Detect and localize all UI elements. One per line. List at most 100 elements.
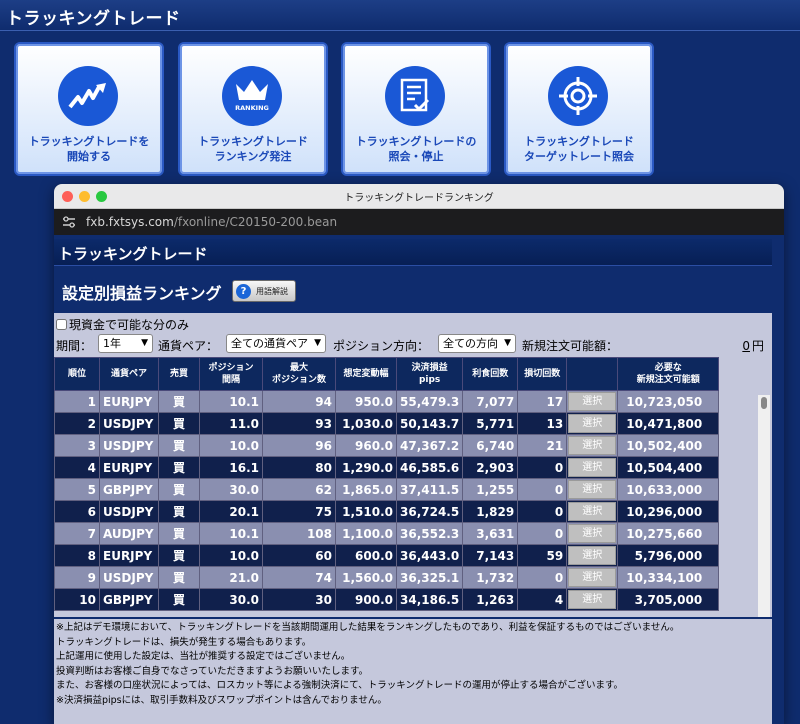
- table-cell: 10,633,000: [617, 478, 720, 501]
- table-cell: 75: [262, 500, 336, 523]
- table-cell: 3,705,000: [617, 588, 720, 611]
- ranking-table-area: 順位 通貨ペア 売買 ポジション 間隔 最大 ポジション数 想定変動幅 決済損益 pips 利…: [54, 357, 772, 617]
- table-row: 1 EURJPY 買 10.1 94 950.0 55,479.3 7,077 17 選択 10,7…: [54, 390, 720, 413]
- table-cell: 8: [54, 544, 100, 567]
- table-cell: 30.0: [199, 588, 263, 611]
- table-cell: 1,290.0: [335, 456, 397, 479]
- select-button[interactable]: 選択: [568, 436, 617, 455]
- table-cell: 買: [158, 456, 200, 479]
- select-button[interactable]: 選択: [568, 392, 617, 411]
- table-cell: 買: [158, 412, 200, 435]
- table-cell: GBPJPY: [99, 588, 159, 611]
- table-cell: USDJPY: [99, 412, 159, 435]
- period-select[interactable]: 1年 ▼: [98, 334, 153, 353]
- table-cell: 10,723,050: [617, 390, 720, 413]
- table-cell: 4: [517, 588, 568, 611]
- table-cell: 4: [54, 456, 100, 479]
- table-cell: 1,255: [462, 478, 519, 501]
- table-cell: 2: [54, 412, 100, 435]
- select-cell: 選択: [566, 544, 619, 567]
- available-funds-filter[interactable]: 現資金で可能な分のみ: [56, 316, 189, 333]
- document-list-icon: [385, 66, 445, 126]
- glossary-button[interactable]: ? 用語解説: [232, 280, 296, 302]
- start-tracking-button[interactable]: トラッキングトレードを 開始する: [14, 42, 164, 176]
- select-cell: 選択: [566, 478, 619, 501]
- table-cell: 1,560.0: [335, 566, 397, 589]
- table-cell: 16.1: [199, 456, 263, 479]
- filter-row: 期間： 1年 ▼ 通貨ペア： 全ての通貨ペア ▼ ポジション方向： 全ての方向 …: [56, 333, 772, 355]
- menu-label: トラッキングトレード ランキング発注: [198, 135, 308, 163]
- filter-area: 現資金で可能な分のみ 期間： 1年 ▼ 通貨ペア： 全ての通貨ペア ▼ ポジショ…: [54, 313, 772, 357]
- select-button[interactable]: 選択: [568, 414, 617, 433]
- table-cell: 買: [158, 434, 200, 457]
- url-text[interactable]: fxb.fxtsys.com/fxonline/C20150-200.bean: [86, 215, 337, 229]
- table-cell: 5,771: [462, 412, 519, 435]
- target-icon: [548, 66, 608, 126]
- select-cell: 選択: [566, 434, 619, 457]
- ranking-table: 順位 通貨ペア 売買 ポジション 間隔 最大 ポジション数 想定変動幅 決済損益 pips 利…: [54, 357, 720, 611]
- select-button[interactable]: 選択: [568, 590, 617, 609]
- select-button[interactable]: 選択: [568, 458, 617, 477]
- table-cell: 60: [262, 544, 336, 567]
- select-button[interactable]: 選択: [568, 546, 617, 565]
- table-cell: 11.0: [199, 412, 263, 435]
- address-bar[interactable]: fxb.fxtsys.com/fxonline/C20150-200.bean: [54, 209, 784, 235]
- direction-select[interactable]: 全ての方向 ▼: [438, 334, 516, 353]
- table-cell: 34,186.5: [395, 588, 464, 611]
- table-cell: 50,143.7: [395, 412, 464, 435]
- table-cell: 2,903: [462, 456, 519, 479]
- table-cell: 47,367.2: [395, 434, 464, 457]
- table-cell: 1,732: [462, 566, 519, 589]
- select-button[interactable]: 選択: [568, 502, 617, 521]
- table-cell: 59: [517, 544, 568, 567]
- site-settings-icon[interactable]: [62, 216, 76, 228]
- window-titlebar: トラッキングトレードランキング: [54, 184, 784, 209]
- available-funds-checkbox[interactable]: [56, 319, 67, 330]
- table-cell: 20.1: [199, 500, 263, 523]
- select-button[interactable]: 選択: [568, 568, 617, 587]
- table-cell: USDJPY: [99, 434, 159, 457]
- table-cell: 600.0: [335, 544, 397, 567]
- select-cell: 選択: [566, 500, 619, 523]
- ranking-browser-window: トラッキングトレードランキング fxb.fxtsys.com/fxonline/…: [54, 184, 784, 724]
- table-cell: 買: [158, 588, 200, 611]
- table-cell: 買: [158, 566, 200, 589]
- table-cell: 5: [54, 478, 100, 501]
- table-cell: 0: [517, 566, 568, 589]
- table-cell: EURJPY: [99, 456, 159, 479]
- table-cell: 10,502,400: [617, 434, 720, 457]
- scrollbar-thumb[interactable]: [761, 397, 767, 409]
- target-rate-button[interactable]: トラッキングトレード ターゲットレート照会: [504, 42, 654, 176]
- table-cell: AUDJPY: [99, 522, 159, 545]
- ranking-order-button[interactable]: RANKING トラッキングトレード ランキング発注: [178, 42, 328, 176]
- currency-pair-select[interactable]: 全ての通貨ペア ▼: [226, 334, 326, 353]
- menu-label: トラッキングトレードの 照会・停止: [355, 135, 477, 163]
- note-line: 投資判断はお客様ご自身でなさっていただきますようお願いいたします。: [56, 665, 369, 677]
- window-title: トラッキングトレードランキング: [344, 193, 494, 204]
- table-cell: 10: [54, 588, 100, 611]
- select-button[interactable]: 選択: [568, 524, 617, 543]
- inquiry-stop-button[interactable]: トラッキングトレードの 照会・停止: [341, 42, 491, 176]
- table-cell: 17: [517, 390, 568, 413]
- table-cell: 36,443.0: [395, 544, 464, 567]
- note-line: 上記運用に使用した設定は、当社が推奨する設定ではございません。: [56, 651, 351, 662]
- chevron-down-icon: ▼: [314, 338, 321, 348]
- table-row: 2 USDJPY 買 11.0 93 1,030.0 50,143.7 5,771 13 選択 10…: [54, 412, 720, 435]
- select-button[interactable]: 選択: [568, 480, 617, 499]
- section-title: 設定別損益ランキング: [62, 284, 222, 303]
- column-header: 必要な 新規注文可能額: [617, 357, 720, 391]
- question-icon: ?: [236, 283, 251, 299]
- table-header-row: 順位 通貨ペア 売買 ポジション 間隔 最大 ポジション数 想定変動幅 決済損益 pips 利…: [54, 357, 720, 391]
- table-cell: EURJPY: [99, 544, 159, 567]
- select-cell: 選択: [566, 412, 619, 435]
- table-cell: 0: [517, 456, 568, 479]
- table-cell: 買: [158, 522, 200, 545]
- table-row: 10 GBPJPY 買 30.0 30 900.0 34,186.5 1,263 4 選択 3,70…: [54, 588, 720, 611]
- note-line: トラッキングトレードは、損失が発生する場合もあります。: [56, 636, 312, 648]
- table-cell: 買: [158, 500, 200, 523]
- table-cell: 93: [262, 412, 336, 435]
- table-cell: 900.0: [335, 588, 397, 611]
- table-cell: 0: [517, 500, 568, 523]
- table-scrollbar[interactable]: [758, 395, 770, 617]
- currency-pair-value: 全ての通貨ペア: [231, 337, 308, 350]
